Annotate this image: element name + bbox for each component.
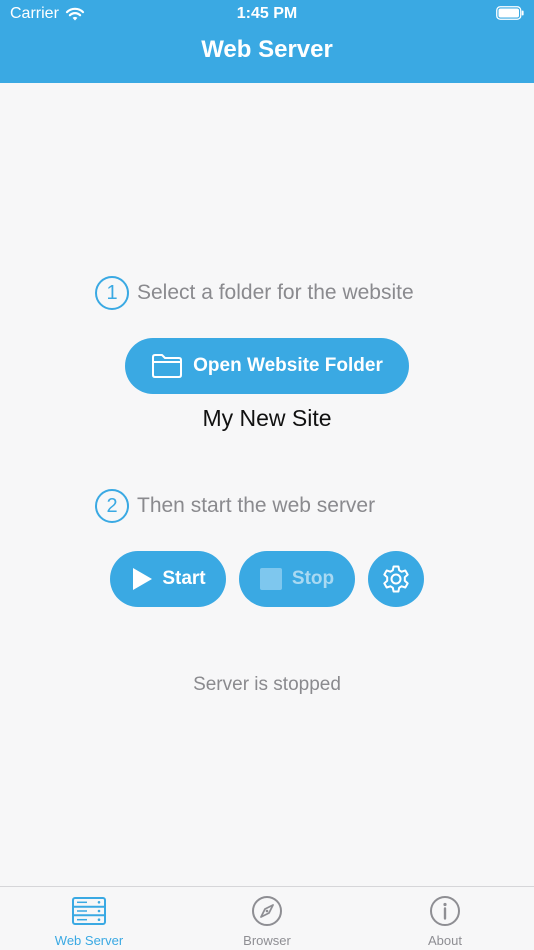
app-screen: Carrier 1:45 PM Web Server 1 Select a fo…: [0, 0, 534, 950]
page-title: Web Server: [201, 36, 333, 63]
stop-icon: [259, 568, 282, 590]
tab-browser[interactable]: Browser: [178, 887, 356, 950]
battery-icon: [496, 6, 524, 20]
status-bar: Carrier 1:45 PM: [0, 0, 534, 28]
stop-label: Stop: [291, 568, 335, 589]
tab-about[interactable]: About: [356, 887, 534, 950]
settings-button[interactable]: [368, 551, 424, 607]
gear-icon: [383, 565, 409, 593]
step-instruction: Then start the web server: [137, 494, 376, 517]
step-two: 2 Then start the web server: [95, 489, 375, 523]
tab-label: Browser: [243, 933, 291, 948]
step-one: 1 Select a folder for the website: [95, 276, 414, 310]
start-label: Start: [162, 568, 206, 589]
tab-label: Web Server: [54, 933, 124, 948]
open-folder-label: Open Website Folder: [193, 355, 383, 376]
start-button[interactable]: Start: [110, 551, 226, 607]
server-icon: [72, 897, 106, 925]
navigation-header: Carrier 1:45 PM Web Server: [0, 0, 534, 83]
play-icon: [133, 568, 153, 590]
stop-button[interactable]: Stop: [239, 551, 355, 607]
server-status-label: Server is stopped: [193, 674, 341, 695]
tab-web-server[interactable]: Web Server: [0, 887, 178, 950]
clock-label: 1:45 PM: [236, 5, 298, 22]
tab-label: About: [428, 933, 462, 948]
info-icon: [430, 896, 460, 926]
step-number-badge: 1: [95, 276, 129, 310]
step-number-badge: 2: [95, 489, 129, 523]
compass-icon: [252, 896, 282, 926]
open-website-folder-button[interactable]: Open Website Folder: [125, 338, 409, 394]
step-instruction: Select a folder for the website: [137, 281, 414, 304]
selected-folder-name: My New Site: [202, 405, 332, 431]
folder-icon: [152, 354, 183, 378]
tab-bar: Web Server Browser About: [0, 886, 534, 950]
